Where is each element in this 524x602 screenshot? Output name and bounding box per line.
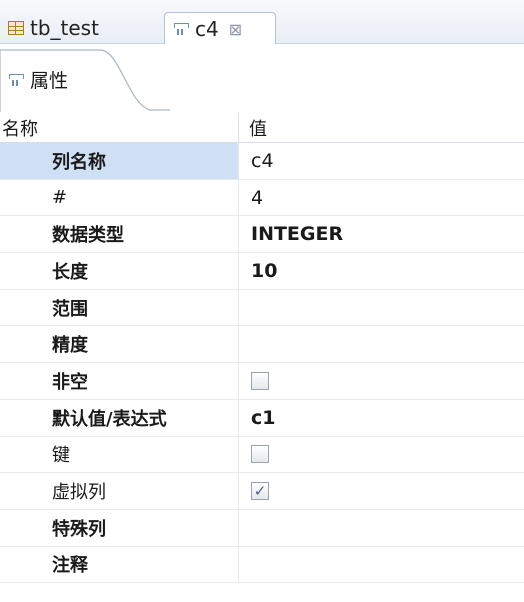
checkbox[interactable] — [251, 371, 269, 390]
checkbox[interactable] — [251, 445, 269, 464]
property-name: 非空 — [52, 371, 88, 393]
property-value[interactable] — [238, 289, 524, 326]
property-name: 数据类型 — [52, 225, 124, 247]
column-icon — [173, 22, 189, 36]
property-name: 范围 — [52, 298, 88, 320]
checkbox-checked[interactable]: ✓ — [251, 482, 269, 501]
property-name: 特殊列 — [52, 518, 106, 540]
table-row[interactable]: 列名称 c4 — [0, 143, 524, 180]
property-value[interactable]: INTEGER — [238, 216, 524, 253]
property-value[interactable] — [238, 546, 524, 583]
table-grid-icon — [8, 21, 24, 35]
property-value[interactable]: 4 — [238, 179, 524, 216]
column-header-value[interactable]: 值 — [238, 113, 267, 142]
tab-label: tb_test — [30, 16, 99, 40]
property-name: 长度 — [52, 261, 88, 283]
table-body: 列名称 c4 #4 数据类型 INTEGER 长度 10 范围 精度 非空 默认值/表达式 c1 键虚拟… — [0, 143, 524, 584]
table-row[interactable]: 特殊列 — [0, 509, 524, 547]
property-name: 虚拟列 — [52, 482, 106, 504]
table-row[interactable]: 键 — [0, 436, 524, 474]
property-value[interactable] — [238, 363, 524, 399]
tab-tb-test[interactable]: tb_test — [8, 12, 158, 44]
property-value[interactable]: 10 — [238, 253, 524, 289]
table-row[interactable]: 非空 — [0, 363, 524, 400]
property-value[interactable] — [238, 509, 524, 546]
table-row[interactable]: 范围 — [0, 289, 524, 327]
property-name: 列名称 — [0, 143, 238, 179]
table-header: 名称 值 — [0, 113, 524, 143]
table-row[interactable]: 虚拟列 ✓ — [0, 473, 524, 510]
property-value[interactable]: ✓ — [238, 473, 524, 509]
property-name: 键 — [52, 445, 70, 467]
property-name: 精度 — [52, 335, 88, 357]
column-header-name[interactable]: 名称 — [0, 115, 238, 141]
property-tab-label: 属性 — [30, 70, 69, 92]
property-name: 默认值/表达式 — [52, 408, 167, 430]
table-row[interactable]: 数据类型 INTEGER — [0, 216, 524, 254]
tab-c4[interactable]: c4 ⊠ — [164, 12, 276, 45]
table-row[interactable]: 精度 — [0, 326, 524, 364]
property-table: 名称 值 列名称 c4 #4 数据类型 INTEGER 长度 10 范围 精度 非空 默认值/表达式… — [0, 113, 524, 584]
editor-tab-bar: tb_test c4 ⊠ — [0, 0, 524, 45]
table-row[interactable]: #4 — [0, 179, 524, 217]
property-value[interactable] — [238, 326, 524, 363]
property-name: # — [52, 187, 68, 209]
property-name: 注释 — [52, 555, 88, 577]
table-row[interactable]: 默认值/表达式 c1 — [0, 399, 524, 437]
table-row[interactable]: 注释 — [0, 546, 524, 584]
property-value[interactable]: c1 — [238, 399, 524, 436]
tab-label: c4 — [195, 17, 219, 41]
table-row[interactable]: 长度 10 — [0, 253, 524, 290]
property-value[interactable]: c4 — [238, 143, 524, 179]
property-tabs: 属性 — [0, 44, 524, 116]
column-icon — [8, 73, 24, 87]
close-icon[interactable]: ⊠ — [229, 20, 242, 39]
tab-properties[interactable]: 属性 — [0, 44, 170, 112]
property-value[interactable] — [238, 436, 524, 473]
